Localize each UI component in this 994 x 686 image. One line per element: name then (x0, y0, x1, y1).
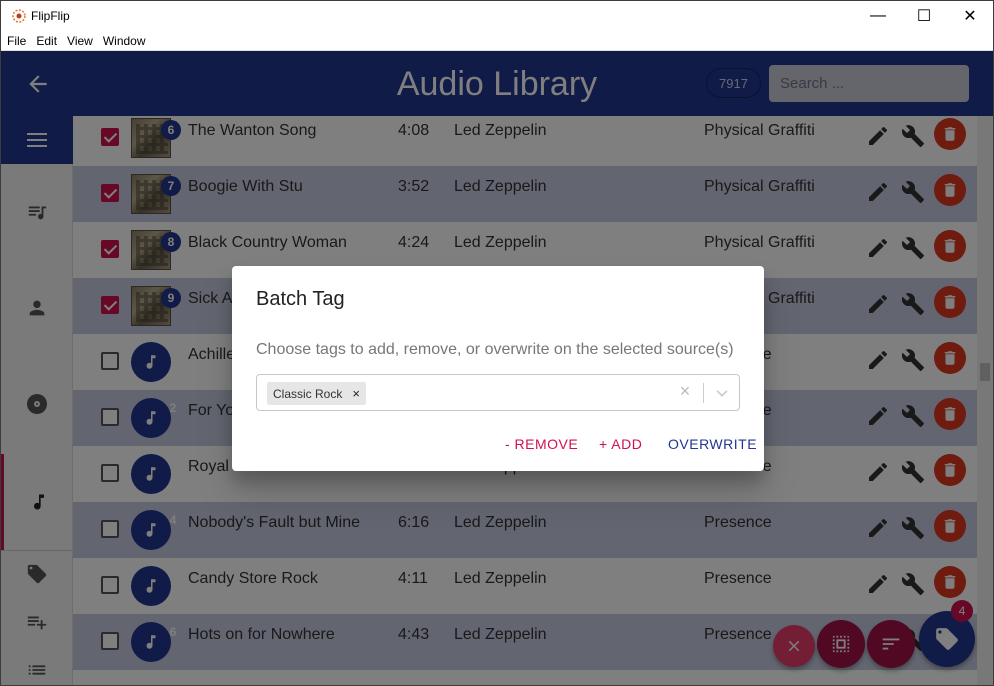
chip-remove-icon[interactable]: × (352, 386, 360, 401)
menu-view[interactable]: View (67, 34, 93, 48)
remove-tags-button[interactable]: - REMOVE (505, 436, 578, 452)
close-icon: ✕ (963, 8, 977, 25)
dialog-description: Choose tags to add, remove, or overwrite… (256, 341, 734, 358)
add-tags-button[interactable]: + ADD (599, 436, 642, 452)
tag-chip: Classic Rock × (267, 382, 366, 405)
chevron-down-icon[interactable] (713, 383, 731, 403)
close-window-button[interactable]: ✕ (947, 1, 993, 31)
overwrite-tags-button[interactable]: OVERWRITE (668, 436, 757, 452)
clear-tags-icon[interactable]: × (675, 381, 695, 403)
select-separator (703, 383, 704, 403)
menu-window[interactable]: Window (103, 34, 146, 48)
batch-tag-dialog: Batch Tag Choose tags to add, remove, or… (232, 266, 764, 471)
flipflip-logo-icon (12, 9, 26, 23)
maximize-icon: ☐ (916, 8, 932, 25)
title-bar: FlipFlip — ☐ ✕ (1, 1, 993, 31)
maximize-button[interactable]: ☐ (901, 1, 947, 31)
app-window: FlipFlip — ☐ ✕ File Edit View Window Aud… (0, 0, 994, 686)
minimize-icon: — (870, 7, 886, 24)
menu-edit[interactable]: Edit (36, 34, 57, 48)
menu-file[interactable]: File (7, 34, 26, 48)
window-title: FlipFlip (31, 9, 70, 23)
tag-multiselect[interactable]: Classic Rock × × (256, 374, 740, 411)
dialog-title: Batch Tag (256, 288, 345, 310)
minimize-button[interactable]: — (855, 1, 901, 31)
tag-chip-label: Classic Rock (273, 386, 343, 401)
menu-bar: File Edit View Window (1, 31, 993, 51)
